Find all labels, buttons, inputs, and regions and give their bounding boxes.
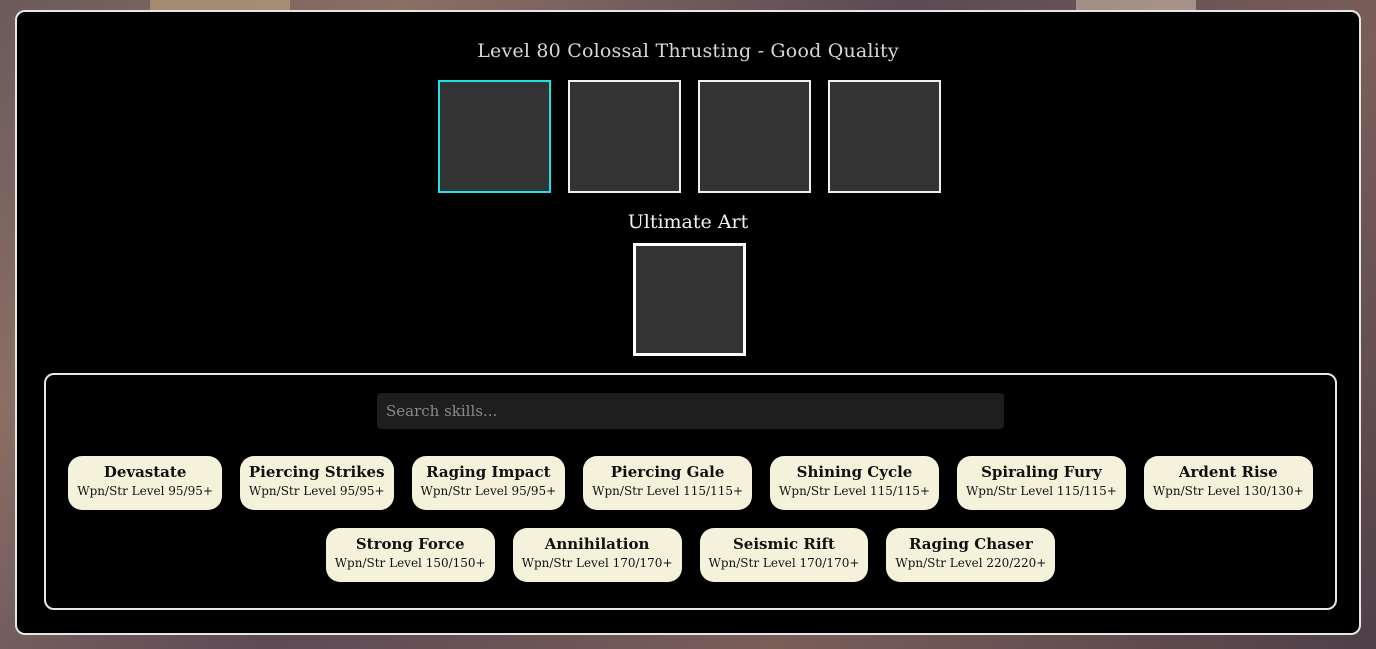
skill-name: Raging Impact — [426, 463, 551, 481]
skill-name: Piercing Gale — [610, 463, 725, 481]
skill-name: Spiraling Fury — [981, 463, 1102, 481]
skill-chip-raging-chaser[interactable]: Raging Chaser Wpn/Str Level 220/220+ — [886, 528, 1056, 582]
skill-requirement: Wpn/Str Level 115/115+ — [965, 484, 1117, 498]
skill-chip-raging-impact[interactable]: Raging Impact Wpn/Str Level 95/95+ — [411, 456, 566, 510]
skill-row-2: Strong Force Wpn/Str Level 150/150+ Anni… — [46, 528, 1335, 582]
skill-name: Shining Cycle — [796, 463, 913, 481]
skill-requirement: Wpn/Str Level 170/170+ — [521, 556, 673, 570]
ultimate-art-label: Ultimate Art — [627, 211, 749, 233]
skill-row-1: Devastate Wpn/Str Level 95/95+ Piercing … — [46, 456, 1335, 510]
skill-panel: Level 80 Colossal Thrusting - Good Quali… — [15, 10, 1361, 635]
skill-name: Devastate — [103, 463, 187, 481]
skill-name: Strong Force — [355, 535, 465, 553]
skill-requirement: Wpn/Str Level 95/95+ — [420, 484, 557, 498]
skill-requirement: Wpn/Str Level 95/95+ — [77, 484, 213, 498]
skill-chip-piercing-gale[interactable]: Piercing Gale Wpn/Str Level 115/115+ — [583, 456, 753, 510]
skill-requirement: Wpn/Str Level 115/115+ — [779, 484, 930, 498]
skill-name: Ardent Rise — [1178, 463, 1278, 481]
skill-name: Piercing Strikes — [248, 463, 385, 481]
skill-chip-strong-force[interactable]: Strong Force Wpn/Str Level 150/150+ — [325, 528, 495, 582]
skill-requirement: Wpn/Str Level 115/115+ — [592, 484, 744, 498]
skill-slot-2[interactable] — [568, 80, 681, 193]
skill-chip-seismic-rift[interactable]: Seismic Rift Wpn/Str Level 170/170+ — [699, 528, 869, 582]
skill-chip-spiraling-fury[interactable]: Spiraling Fury Wpn/Str Level 115/115+ — [956, 456, 1126, 510]
skill-requirement: Wpn/Str Level 150/150+ — [334, 556, 486, 570]
skill-requirement: Wpn/Str Level 220/220+ — [895, 556, 1047, 570]
skill-slot-4[interactable] — [828, 80, 941, 193]
skill-list-container: Devastate Wpn/Str Level 95/95+ Piercing … — [44, 373, 1337, 610]
skill-name: Annihilation — [544, 535, 650, 553]
weapon-title: Level 80 Colossal Thrusting - Good Quali… — [477, 40, 899, 62]
skill-chip-shining-cycle[interactable]: Shining Cycle Wpn/Str Level 115/115+ — [770, 456, 939, 510]
skill-chip-piercing-strikes[interactable]: Piercing Strikes Wpn/Str Level 95/95+ — [239, 456, 394, 510]
skill-slot-1[interactable] — [438, 80, 551, 193]
skill-requirement: Wpn/Str Level 95/95+ — [248, 484, 385, 498]
skill-chip-devastate[interactable]: Devastate Wpn/Str Level 95/95+ — [68, 456, 222, 510]
skill-name: Seismic Rift — [732, 535, 835, 553]
skill-chip-annihilation[interactable]: Annihilation Wpn/Str Level 170/170+ — [512, 528, 682, 582]
skill-slots — [438, 80, 941, 193]
search-skills-input[interactable] — [377, 393, 1004, 429]
skill-chip-ardent-rise[interactable]: Ardent Rise Wpn/Str Level 130/130+ — [1143, 456, 1313, 510]
skill-name: Raging Chaser — [908, 535, 1033, 553]
skill-requirement: Wpn/Str Level 170/170+ — [708, 556, 860, 570]
skill-slot-3[interactable] — [698, 80, 811, 193]
skill-requirement: Wpn/Str Level 130/130+ — [1152, 484, 1304, 498]
ultimate-art-slot[interactable] — [633, 243, 746, 356]
